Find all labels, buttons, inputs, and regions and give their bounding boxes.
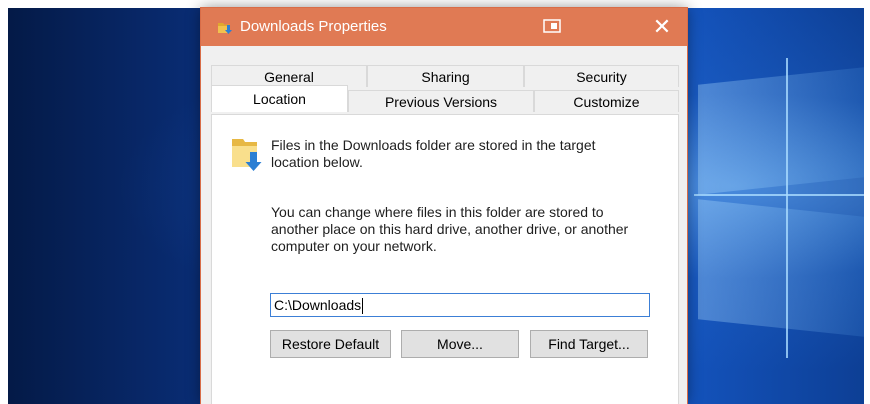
close-button[interactable]: ✕ <box>647 12 677 42</box>
window-snap-icon[interactable] <box>543 19 561 33</box>
close-icon: ✕ <box>652 14 672 39</box>
tab-location[interactable]: Location <box>211 85 348 112</box>
text-caret <box>362 298 364 315</box>
properties-window: Downloads Properties ✕ General Sharing S… <box>201 8 687 404</box>
tab-customize[interactable]: Customize <box>534 90 679 112</box>
folder-download-icon <box>218 23 232 34</box>
intro-line-2: location below. <box>271 154 363 170</box>
window-title: Downloads Properties <box>240 18 387 35</box>
description-line-2: another place on this hard drive, anothe… <box>271 221 629 237</box>
description-line-3: computer on your network. <box>271 238 437 254</box>
wallpaper-pane <box>698 67 864 195</box>
wallpaper-seam <box>694 194 864 196</box>
wallpaper-seam <box>786 58 788 358</box>
find-target-button[interactable]: Find Target... <box>530 330 648 358</box>
title-bar[interactable]: Downloads Properties ✕ <box>201 8 687 46</box>
tab-row-back: General Sharing Security <box>211 65 679 87</box>
tab-previous-versions[interactable]: Previous Versions <box>348 90 534 112</box>
tab-general[interactable]: General <box>211 65 367 87</box>
restore-default-button[interactable]: Restore Default <box>270 330 391 358</box>
location-path-value: C:\Downloads <box>274 297 362 313</box>
move-button[interactable]: Move... <box>401 330 519 358</box>
location-path-input[interactable]: C:\Downloads <box>270 293 650 317</box>
wallpaper-pane <box>698 199 864 337</box>
tab-sharing[interactable]: Sharing <box>367 65 524 87</box>
folder-download-icon <box>232 139 262 171</box>
tab-security[interactable]: Security <box>524 65 679 87</box>
intro-line-1: Files in the Downloads folder are stored… <box>271 137 596 153</box>
tab-row-front: Location Previous Versions Customize <box>211 85 679 115</box>
description-line-1: You can change where files in this folde… <box>271 204 604 220</box>
